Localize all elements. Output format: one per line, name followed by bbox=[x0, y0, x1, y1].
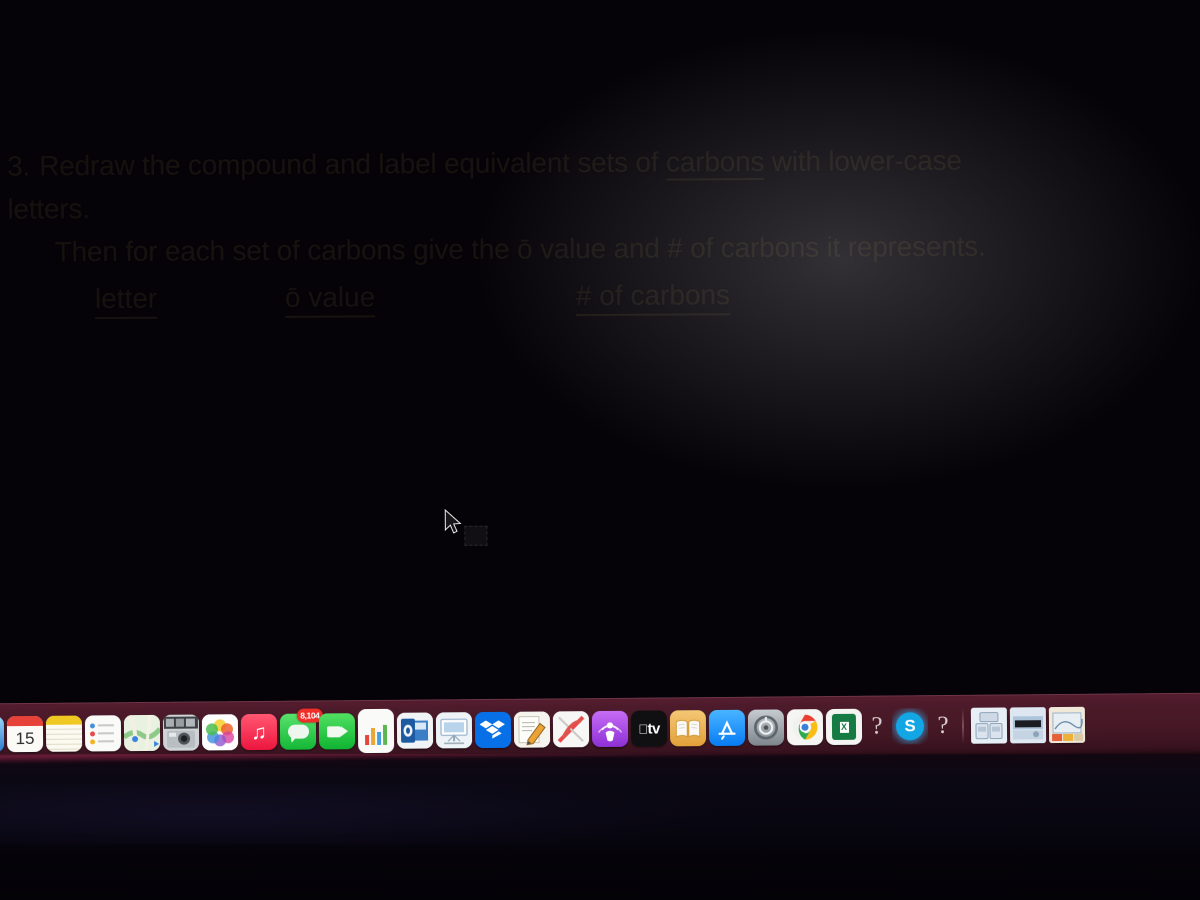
dock-item-system-preferences[interactable] bbox=[747, 709, 785, 746]
dock-item-photo-booth[interactable] bbox=[162, 714, 200, 751]
podcasts-icon bbox=[591, 710, 629, 748]
screen-surface: 3. Redraw the compound and label equival… bbox=[0, 0, 1200, 762]
photos-icon bbox=[201, 714, 239, 751]
dock-item-list: 15 ♫ 8,104 tv X ? S ? bbox=[0, 706, 1086, 754]
dock-item-downloads-stack[interactable] bbox=[970, 707, 1008, 744]
chrome-icon bbox=[786, 709, 824, 746]
question-line-2: letters. bbox=[7, 193, 90, 225]
numbers-icon bbox=[357, 708, 395, 754]
dock-item-maps[interactable] bbox=[123, 714, 161, 752]
photo-booth-icon bbox=[162, 714, 200, 751]
dock-item-reminders[interactable] bbox=[84, 715, 122, 752]
app-store-icon bbox=[708, 709, 746, 747]
dock-item-podcasts[interactable] bbox=[591, 710, 629, 748]
dock-item-notes[interactable] bbox=[45, 715, 83, 752]
apple-tv-label: tv bbox=[642, 720, 659, 738]
books-icon bbox=[669, 710, 707, 747]
carbons-underlined-word: carbons bbox=[665, 145, 765, 181]
dock-item-unknown-app-2[interactable]: ? bbox=[931, 708, 955, 744]
dock-item-photos[interactable] bbox=[201, 714, 239, 751]
dock-item-books[interactable] bbox=[669, 710, 707, 747]
document-page: 3. Redraw the compound and label equival… bbox=[0, 0, 1200, 762]
laptop-screen-photo: 3. Redraw the compound and label equival… bbox=[0, 0, 1200, 900]
skype-icon: S bbox=[892, 708, 928, 744]
question-line-3: Then for each set of carbons give the ō … bbox=[54, 230, 986, 268]
music-icon: ♫ bbox=[240, 713, 278, 751]
dock-separator bbox=[961, 707, 965, 744]
question-line-1-part-b: with lower-case bbox=[764, 144, 962, 177]
mouse-cursor-group bbox=[444, 508, 492, 551]
dropbox-icon bbox=[474, 711, 512, 749]
calendar-icon: 15 bbox=[6, 715, 44, 753]
keynote-icon bbox=[435, 712, 473, 749]
dock-item-skype[interactable]: S bbox=[892, 708, 928, 744]
column-header-number-of-carbons: # of carbons bbox=[575, 279, 731, 317]
question-mark-icon: ? bbox=[871, 712, 883, 740]
desktop-stack-icon bbox=[1048, 706, 1086, 744]
downloads-stack-icon bbox=[970, 707, 1008, 744]
macos-dock[interactable]: 15 ♫ 8,104 tv X ? S ? bbox=[0, 692, 1200, 762]
apple-tv-icon: tv bbox=[630, 710, 668, 747]
selection-marquee-box bbox=[464, 525, 488, 546]
column-header-letter: letter bbox=[94, 282, 158, 320]
dock-item-google-chrome[interactable] bbox=[786, 709, 824, 746]
question-line-1: Redraw the compound and label equivalent… bbox=[39, 145, 962, 183]
dock-item-app-store[interactable] bbox=[708, 709, 746, 747]
system-preferences-icon bbox=[747, 709, 785, 746]
question-number: 3. bbox=[7, 150, 31, 182]
dvd-player-icon bbox=[552, 711, 590, 748]
dock-item-outlook[interactable] bbox=[396, 712, 434, 749]
question-mark-icon: ? bbox=[937, 711, 949, 740]
bezel-ambient-glow bbox=[0, 784, 1200, 844]
skype-letter: S bbox=[895, 712, 925, 741]
dock-item-unknown-app-1[interactable]: ? bbox=[865, 708, 889, 744]
document-stack-icon bbox=[1009, 707, 1047, 744]
bezel-highlight-edge bbox=[0, 754, 1200, 764]
outlook-icon bbox=[396, 712, 434, 749]
laptop-bezel bbox=[0, 754, 1200, 900]
facetime-icon bbox=[318, 713, 356, 750]
answer-table-header-row: letter ō value # of carbons bbox=[94, 279, 795, 320]
excel-letter: X bbox=[839, 721, 849, 733]
dock-item-keynote[interactable] bbox=[435, 712, 473, 749]
dock-item-pages[interactable] bbox=[513, 711, 551, 748]
dock-item-calendar[interactable]: 15 bbox=[6, 715, 44, 753]
dock-item-music[interactable]: ♫ bbox=[240, 713, 278, 751]
dock-item-messages[interactable]: 8,104 bbox=[279, 708, 323, 750]
dock-item-microsoft-excel[interactable]: X bbox=[825, 708, 863, 746]
column-header-delta-value: ō value bbox=[284, 281, 376, 318]
dock-item-document-stack[interactable] bbox=[1009, 707, 1047, 744]
notes-icon bbox=[45, 715, 83, 752]
dock-item-dvd-player[interactable] bbox=[552, 711, 590, 748]
dock-item-desktop-stack[interactable] bbox=[1048, 706, 1086, 744]
dock-item-finder[interactable] bbox=[0, 716, 5, 753]
dock-item-apple-tv[interactable]: tv bbox=[630, 710, 668, 747]
dock-item-numbers[interactable] bbox=[357, 708, 395, 754]
maps-icon bbox=[123, 714, 161, 752]
pages-icon bbox=[513, 711, 551, 748]
finder-icon bbox=[0, 716, 5, 753]
excel-icon: X bbox=[825, 708, 863, 746]
dock-item-dropbox[interactable] bbox=[474, 711, 512, 749]
calendar-day-number: 15 bbox=[15, 728, 35, 749]
reminders-icon bbox=[84, 715, 122, 752]
question-line-1-part-a: Redraw the compound and label equivalent… bbox=[39, 146, 667, 182]
arrow-pointer-icon bbox=[444, 508, 462, 534]
dock-item-facetime[interactable] bbox=[318, 713, 356, 750]
